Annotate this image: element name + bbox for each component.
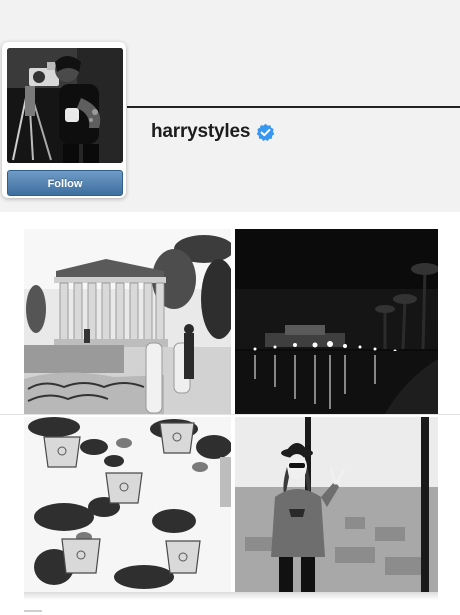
grid-divider [0,414,460,415]
photo-temple-ruins[interactable] [24,229,231,414]
bottom-divider [24,610,42,612]
header-divider [127,106,460,108]
grid-bottom-shadow [24,592,438,600]
username[interactable]: harrystyles [151,121,250,143]
photo-night-city[interactable] [235,229,438,414]
avatar-photo [7,48,123,163]
photo-potted-plants[interactable] [24,417,231,592]
follow-button[interactable]: Follow [7,170,123,196]
profile-card: Follow [2,42,126,198]
profile-name-row: harrystyles [151,118,275,146]
verified-badge-icon [256,123,275,142]
avatar[interactable] [7,48,123,163]
photo-person-window[interactable] [235,417,438,592]
